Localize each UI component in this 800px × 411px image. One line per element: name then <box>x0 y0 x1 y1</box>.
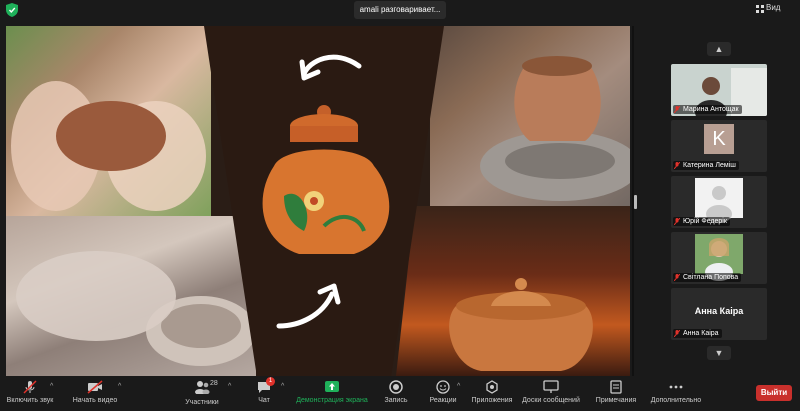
chevron-up-icon[interactable]: ▲ <box>707 42 731 56</box>
vase-on-wheel-illustration <box>480 56 630 201</box>
record-icon <box>389 380 403 394</box>
reactions-label: Реакции <box>429 397 457 404</box>
more-icon <box>669 385 683 389</box>
unmute-button[interactable]: Включить звук <box>4 380 56 404</box>
participants-button[interactable]: 28 Участники <box>180 380 224 406</box>
video-off-icon <box>87 380 103 394</box>
potters-wheel-illustration <box>16 251 256 366</box>
shared-image-pot-in-oven <box>396 206 630 376</box>
meeting-toolbar: Включить звук ^ Начать видео ^ 28 Участн… <box>0 376 800 411</box>
participant-name: Світлана Попова <box>673 273 742 282</box>
chat-button[interactable]: 1 Чат <box>250 377 278 404</box>
shared-image-vase-on-wheel <box>430 26 630 216</box>
emoji-icon <box>436 380 450 394</box>
participant-name: Марина Антощак <box>673 105 742 114</box>
start-video-button[interactable]: Начать видео <box>70 380 120 404</box>
chevron-up-icon[interactable]: ^ <box>457 383 460 390</box>
participant-tile-1[interactable]: Марина Антощак <box>671 64 767 116</box>
leave-button[interactable]: Выйти <box>756 385 792 401</box>
whiteboards-label: Доски сообщений <box>522 397 580 404</box>
shared-image-hands-clay <box>6 26 211 216</box>
grid-view-icon[interactable] <box>756 5 764 13</box>
participant-avatar: K <box>704 124 734 154</box>
shared-screen <box>6 26 630 376</box>
notes-label: Примечания <box>595 397 637 404</box>
participant-tile-4[interactable]: Світлана Попова <box>671 232 767 284</box>
mic-off-icon <box>674 330 680 337</box>
chat-label: Чат <box>258 397 270 404</box>
pot-in-oven-illustration <box>449 278 593 371</box>
reactions-button[interactable]: Реакции <box>425 380 461 404</box>
participants-label: Участники <box>185 399 219 406</box>
mic-off-icon <box>674 218 680 225</box>
active-speaker-indicator: amali разговаривает... <box>354 1 446 19</box>
view-button[interactable]: Вид <box>766 3 780 12</box>
apps-button[interactable]: Приложения <box>470 380 514 404</box>
apps-icon <box>486 380 498 394</box>
mic-off-icon <box>674 274 680 281</box>
hands-clay-illustration <box>11 81 206 211</box>
chevron-up-icon[interactable]: ^ <box>228 383 231 390</box>
start-video-label: Начать видео <box>72 397 118 404</box>
whiteboard-icon <box>543 380 559 393</box>
chevron-down-icon[interactable]: ▼ <box>707 346 731 360</box>
participants-icon <box>194 381 209 394</box>
resize-handle[interactable] <box>634 195 637 209</box>
participant-name: Катерина Леміш <box>673 161 739 170</box>
notes-icon <box>610 380 622 394</box>
more-button[interactable]: Дополнительно <box>648 380 704 404</box>
shield-icon[interactable] <box>6 3 18 17</box>
record-button[interactable]: Запись <box>378 380 414 404</box>
chevron-up-icon[interactable]: ^ <box>118 383 121 390</box>
mic-off-icon <box>674 162 680 169</box>
participant-name: Анна Каіра <box>673 329 722 338</box>
participant-tile-5[interactable]: Анна Каіра Анна Каіра <box>671 288 767 340</box>
participant-tile-3[interactable]: Юрій Федерік <box>671 176 767 228</box>
shared-image-potters-wheel <box>6 216 256 376</box>
chevron-up-icon[interactable]: ^ <box>50 383 53 390</box>
more-label: Дополнительно <box>650 397 702 404</box>
notes-button[interactable]: Примечания <box>594 380 638 404</box>
mic-muted-icon <box>23 380 37 394</box>
mic-off-icon <box>674 106 680 113</box>
share-screen-icon <box>325 381 339 392</box>
record-label: Запись <box>384 397 408 404</box>
participant-name: Юрій Федерік <box>673 217 730 226</box>
share-screen-label: Демонстрация экрана <box>296 397 368 404</box>
share-screen-button[interactable]: Демонстрация экрана <box>293 380 371 404</box>
unmute-label: Включить звук <box>6 397 54 404</box>
participants-count: 28 <box>210 380 218 387</box>
whiteboards-button[interactable]: Доски сообщений <box>520 380 582 404</box>
chevron-up-icon[interactable]: ^ <box>281 383 284 390</box>
participant-display-name: Анна Каіра <box>694 306 744 316</box>
participant-tile-2[interactable]: K Катерина Леміш <box>671 120 767 172</box>
chat-badge: 1 <box>266 377 275 386</box>
apps-label: Приложения <box>471 397 513 404</box>
